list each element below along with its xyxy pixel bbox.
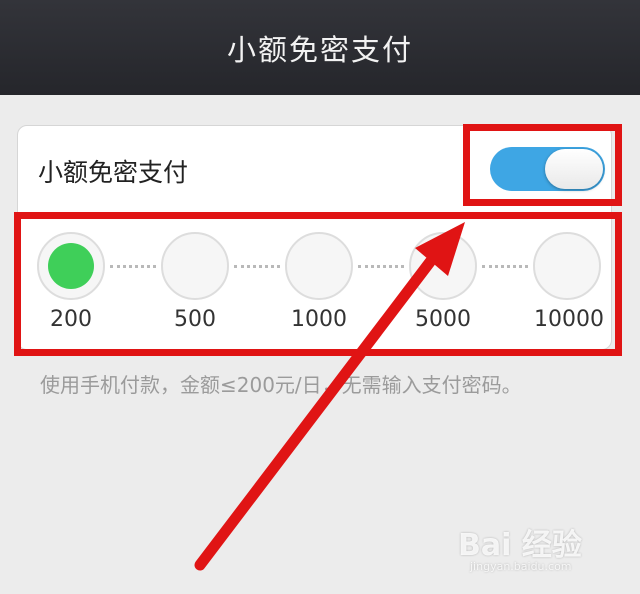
annotation-arrow-icon	[194, 222, 465, 571]
watermark-url: jingyan.baidu.com	[470, 560, 572, 573]
watermark-logo: Bai 经验	[458, 528, 582, 563]
